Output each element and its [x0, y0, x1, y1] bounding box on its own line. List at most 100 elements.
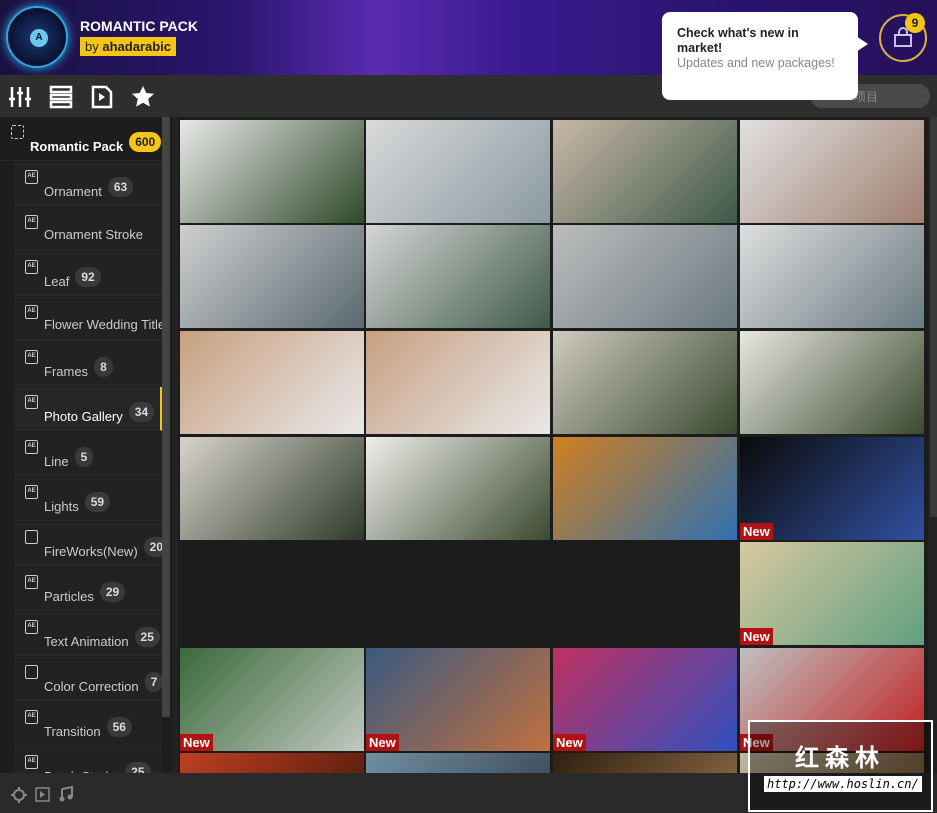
- sidebar-item[interactable]: AE Ornament 63: [14, 162, 162, 206]
- sidebar-item[interactable]: Color Correction 7: [14, 657, 162, 701]
- thumbnail-tile[interactable]: [366, 120, 550, 223]
- thumbnail-tile[interactable]: [366, 753, 550, 773]
- sidebar-item-count: 29: [99, 582, 126, 602]
- thumbnail-grid: New New New New New New: [178, 117, 928, 773]
- sidebar-item-count: 25: [125, 762, 151, 773]
- thumbnail-tile[interactable]: [553, 331, 737, 434]
- new-badge: New: [740, 628, 773, 645]
- sidebar-item[interactable]: AE Line 5: [14, 432, 162, 476]
- thumbnail-tile[interactable]: [740, 331, 924, 434]
- ae-file-icon: AE: [25, 215, 38, 229]
- sidebar-item-count: 59: [84, 492, 111, 512]
- sidebar-item-label: Line: [44, 454, 69, 469]
- new-badge: New: [740, 523, 773, 540]
- thumbnail-tile[interactable]: [740, 120, 924, 223]
- sidebar-item[interactable]: AE Photo Gallery 34: [14, 387, 162, 431]
- thumbnail-tile[interactable]: New: [366, 648, 550, 751]
- sidebar-item-root[interactable]: Romantic Pack 600: [0, 117, 162, 161]
- thumbnail-tile[interactable]: New: [553, 648, 737, 751]
- author-label[interactable]: by ahadarabic: [80, 37, 177, 56]
- ae-file-icon: AE: [25, 305, 38, 319]
- sidebar-item[interactable]: AE Text Animation 25: [14, 612, 162, 656]
- thumbnail-tile[interactable]: [740, 225, 924, 328]
- list-icon[interactable]: [49, 85, 73, 109]
- ae-file-icon: AE: [25, 260, 38, 274]
- star-icon[interactable]: [131, 85, 155, 109]
- sidebar-item[interactable]: AEBrush Stroke25: [14, 747, 162, 773]
- sidebar-item[interactable]: AE Transition 56: [14, 702, 162, 746]
- sidebar-item-label: Text Animation: [44, 634, 129, 649]
- sidebar-item[interactable]: AE Frames 8: [14, 342, 162, 386]
- ae-file-icon: AE: [25, 755, 38, 769]
- sidebar-scrollbar[interactable]: [162, 117, 170, 717]
- thumbnail-tile[interactable]: [180, 225, 364, 328]
- sidebar-item[interactable]: AE Leaf 92: [14, 252, 162, 296]
- sidebar-item[interactable]: AE Particles 29: [14, 567, 162, 611]
- sidebar-item-count: 7: [144, 672, 162, 692]
- thumbnail-tile[interactable]: [553, 120, 737, 223]
- sidebar-item-count: 5: [74, 447, 94, 467]
- app-logo: A: [6, 6, 68, 68]
- market-tooltip: Check what's new in market! Updates and …: [662, 12, 868, 100]
- sidebar-item-label: Color Correction: [44, 679, 139, 694]
- watermark: 红森林 http://www.hoslin.cn/: [748, 720, 933, 812]
- sidebar-item-label: Leaf: [44, 274, 70, 289]
- ae-file-icon: AE: [25, 170, 38, 184]
- sidebar-item-count: 92: [75, 267, 101, 287]
- thumbnail-tile[interactable]: [180, 331, 364, 434]
- thumbnail-tile[interactable]: [366, 225, 550, 328]
- sidebar-item-count: 25: [134, 627, 160, 647]
- category-sidebar: Romantic Pack 600 AE Ornament 63 AE Ornament …: [0, 117, 172, 773]
- thumbnail-tile[interactable]: [553, 225, 737, 328]
- new-badge: New: [366, 734, 399, 751]
- grid-scrollbar[interactable]: [930, 117, 937, 517]
- sidebar-item-label: Photo Gallery: [44, 409, 123, 424]
- pack-title: ROMANTIC PACK: [80, 18, 198, 34]
- new-badge: New: [553, 734, 586, 751]
- play-box-icon[interactable]: [35, 787, 50, 802]
- ae-file-icon: AE: [25, 485, 38, 499]
- thumbnail-tile[interactable]: New: [180, 648, 364, 751]
- sidebar-item-count: 8: [94, 357, 113, 377]
- thumbnail-tile[interactable]: [180, 753, 364, 773]
- music-icon[interactable]: [58, 786, 74, 802]
- document-icon: [25, 665, 38, 679]
- thumbnail-tile[interactable]: New: [740, 542, 924, 645]
- target-icon[interactable]: [11, 787, 27, 803]
- video-file-icon[interactable]: [90, 85, 114, 109]
- new-badge: New: [180, 734, 213, 751]
- thumbnail-tile[interactable]: [553, 437, 737, 540]
- sidebar-item[interactable]: AE Flower Wedding Titles: [14, 297, 162, 341]
- thumbnail-tile[interactable]: [180, 437, 364, 540]
- sidebar-item-label: Frames: [44, 364, 89, 379]
- sidebar-item-label: Flower Wedding Titles: [44, 317, 162, 332]
- ae-file-icon: AE: [25, 440, 38, 454]
- ae-file-icon: AE: [25, 575, 38, 589]
- sliders-icon[interactable]: [8, 85, 32, 109]
- sidebar-item-label: Ornament Stroke: [44, 227, 143, 242]
- sidebar-item-label: Transition: [44, 724, 101, 739]
- thumbnail-tile[interactable]: [366, 331, 550, 434]
- sidebar-item-label: Particles: [44, 589, 94, 604]
- market-badge: 9: [905, 13, 925, 33]
- sidebar-item-count: 56: [106, 717, 132, 737]
- sidebar-item-label: FireWorks(New): [44, 544, 138, 559]
- thumbnail-tile[interactable]: New: [740, 437, 924, 540]
- folder-icon: [11, 125, 24, 139]
- ae-file-icon: AE: [25, 395, 38, 409]
- ae-file-icon: AE: [25, 620, 38, 634]
- thumbnail-tile[interactable]: [553, 753, 737, 773]
- ae-file-icon: AE: [25, 710, 38, 724]
- sidebar-item-label: Ornament: [44, 184, 102, 199]
- sidebar-item-count: 20: [143, 537, 162, 557]
- sidebar-item-count: 63: [107, 177, 134, 197]
- sidebar-item[interactable]: AE Lights 59: [14, 477, 162, 521]
- sidebar-item[interactable]: FireWorks(New) 20: [14, 522, 162, 566]
- ae-file-icon: AE: [25, 350, 38, 364]
- thumbnail-tile[interactable]: [366, 437, 550, 540]
- sidebar-item-label: Lights: [44, 499, 79, 514]
- image-file-icon: [25, 530, 38, 544]
- thumbnail-tile[interactable]: [180, 120, 364, 223]
- sidebar-item-count: 34: [128, 402, 155, 422]
- sidebar-item[interactable]: AE Ornament Stroke: [14, 207, 162, 251]
